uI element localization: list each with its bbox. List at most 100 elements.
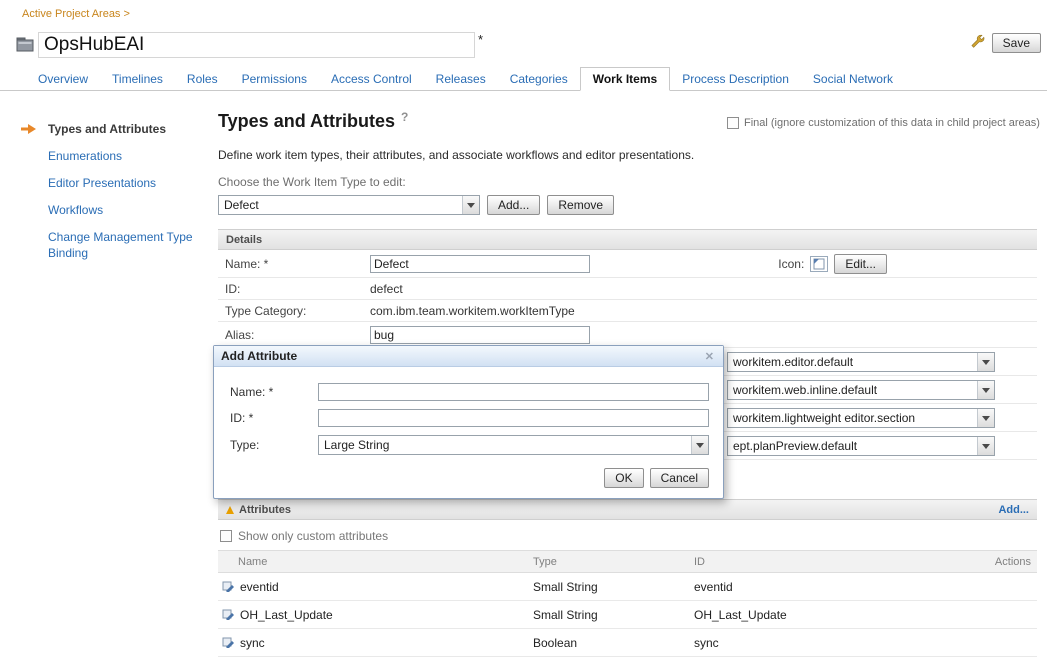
details-section-header: Details: [218, 229, 1037, 250]
attribute-id: OH_Last_Update: [694, 608, 975, 622]
attribute-type: Small String: [533, 580, 694, 594]
help-icon[interactable]: ?: [401, 110, 408, 124]
inline-presentation-select[interactable]: workitem.web.inline.default: [727, 380, 995, 400]
project-area-icon: [16, 36, 34, 55]
choose-type-label: Choose the Work Item Type to edit:: [218, 175, 1037, 189]
attribute-icon: [222, 579, 235, 595]
type-category-label: Type Category:: [225, 304, 370, 318]
dropdown-arrow-icon: [691, 436, 708, 454]
show-custom-attributes-label: Show only custom attributes: [238, 529, 388, 543]
type-select-row: Defect Add... Remove: [218, 194, 1037, 216]
edit-icon-button[interactable]: Edit...: [834, 254, 887, 274]
column-header-type: Type: [533, 556, 694, 568]
id-label: ID:: [225, 282, 370, 296]
attribute-icon: [222, 607, 235, 623]
sidebar-item-editor-presentations[interactable]: Editor Presentations: [20, 175, 204, 191]
column-header-id: ID: [694, 556, 975, 568]
page-heading: Types and Attributes ?: [218, 110, 1037, 132]
project-title-area: OpsHubEAI *: [16, 32, 483, 58]
name-label: Name: *: [225, 257, 370, 271]
dialog-type-value: Large String: [324, 438, 687, 452]
work-items-sidebar: Types and Attributes Enumerations Editor…: [20, 121, 204, 272]
dialog-title: Add Attribute: [221, 349, 297, 363]
tab-permissions[interactable]: Permissions: [230, 68, 319, 90]
remove-type-button[interactable]: Remove: [547, 195, 614, 215]
icon-label: Icon:: [778, 257, 804, 271]
column-header-actions: Actions: [975, 556, 1037, 568]
attribute-filter-row: Show only custom attributes: [218, 529, 1037, 543]
dialog-name-label: Name: *: [230, 385, 318, 399]
plan-preview-presentation-select[interactable]: ept.planPreview.default: [727, 436, 995, 456]
dialog-type-label: Type:: [230, 438, 318, 452]
project-title-field[interactable]: OpsHubEAI: [38, 32, 475, 58]
tab-roles[interactable]: Roles: [175, 68, 230, 90]
presentation-value: workitem.web.inline.default: [733, 383, 973, 397]
cancel-button[interactable]: Cancel: [650, 468, 709, 488]
add-attribute-link[interactable]: Add...: [998, 504, 1029, 516]
tab-social-network[interactable]: Social Network: [801, 68, 905, 90]
attribute-name: OH_Last_Update: [240, 608, 333, 622]
attribute-name: eventid: [240, 580, 279, 594]
sidebar-item-label: Change Management Type Binding: [48, 230, 193, 260]
dialog-titlebar[interactable]: Add Attribute ✕: [214, 346, 723, 367]
icon-cluster: Icon: Edit...: [778, 254, 887, 274]
dialog-id-label: ID: *: [230, 411, 318, 425]
save-button[interactable]: Save: [992, 33, 1041, 53]
dialog-type-select[interactable]: Large String: [318, 435, 709, 455]
attribute-icon: [222, 635, 235, 651]
dropdown-arrow-icon: [977, 409, 994, 427]
details-header-label: Details: [226, 234, 262, 246]
wrench-icon[interactable]: [970, 34, 985, 52]
lightweight-presentation-select[interactable]: workitem.lightweight editor.section: [727, 408, 995, 428]
id-value: defect: [370, 282, 403, 296]
tab-access-control[interactable]: Access Control: [319, 68, 424, 90]
tab-categories[interactable]: Categories: [498, 68, 580, 90]
dropdown-arrow-icon: [462, 196, 479, 214]
sidebar-item-types-and-attributes[interactable]: Types and Attributes: [20, 121, 204, 137]
warning-icon: [226, 506, 234, 514]
tab-releases[interactable]: Releases: [424, 68, 498, 90]
dropdown-arrow-icon: [977, 353, 994, 371]
save-area: Save: [970, 33, 1041, 53]
work-item-type-icon: [810, 256, 828, 272]
table-row[interactable]: sync Boolean sync: [218, 629, 1037, 657]
tab-process-description[interactable]: Process Description: [670, 68, 801, 90]
attributes-table-header: Name Type ID Actions: [218, 550, 1037, 573]
add-attribute-dialog: Add Attribute ✕ Name: * ID: * Type: Larg…: [213, 345, 724, 499]
attributes-header-label: Attributes: [239, 504, 291, 516]
dialog-name-input[interactable]: [318, 383, 709, 401]
dialog-id-input[interactable]: [318, 409, 709, 427]
dropdown-arrow-icon: [977, 437, 994, 455]
unsaved-changes-marker: *: [478, 32, 483, 47]
sidebar-item-enumerations[interactable]: Enumerations: [20, 148, 204, 164]
presentation-value: workitem.lightweight editor.section: [733, 411, 973, 425]
sidebar-item-workflows[interactable]: Workflows: [20, 202, 204, 218]
ok-button[interactable]: OK: [604, 468, 643, 488]
close-icon[interactable]: ✕: [703, 350, 716, 363]
sidebar-item-change-management-type-binding[interactable]: Change Management Type Binding: [20, 229, 204, 261]
sidebar-item-label: Editor Presentations: [48, 176, 156, 190]
name-row: Name: * Icon: Edit...: [218, 250, 1037, 278]
editor-presentation-select[interactable]: workitem.editor.default: [727, 352, 995, 372]
show-custom-attributes-checkbox[interactable]: [220, 530, 232, 542]
alias-input[interactable]: [370, 326, 590, 344]
breadcrumb[interactable]: Active Project Areas >: [22, 8, 130, 20]
tab-overview[interactable]: Overview: [26, 68, 100, 90]
type-category-row: Type Category: com.ibm.team.workitem.wor…: [218, 300, 1037, 322]
name-input[interactable]: [370, 255, 590, 273]
table-row[interactable]: OH_Last_Update Small String OH_Last_Upda…: [218, 601, 1037, 629]
attributes-table: Name Type ID Actions eventid Small Strin…: [218, 550, 1037, 657]
add-type-button[interactable]: Add...: [487, 195, 540, 215]
attribute-name: sync: [240, 636, 265, 650]
attribute-id: eventid: [694, 580, 975, 594]
tab-bar: Overview Timelines Roles Permissions Acc…: [0, 67, 1047, 91]
tab-work-items[interactable]: Work Items: [580, 67, 670, 91]
section-description: Define work item types, their attributes…: [218, 148, 1037, 162]
attribute-type: Boolean: [533, 636, 694, 650]
work-item-type-select[interactable]: Defect: [218, 195, 480, 215]
attributes-section-header: Attributes Add...: [218, 499, 1037, 520]
attribute-id: sync: [694, 636, 975, 650]
sidebar-item-label: Types and Attributes: [48, 122, 166, 136]
table-row[interactable]: eventid Small String eventid: [218, 573, 1037, 601]
tab-timelines[interactable]: Timelines: [100, 68, 175, 90]
